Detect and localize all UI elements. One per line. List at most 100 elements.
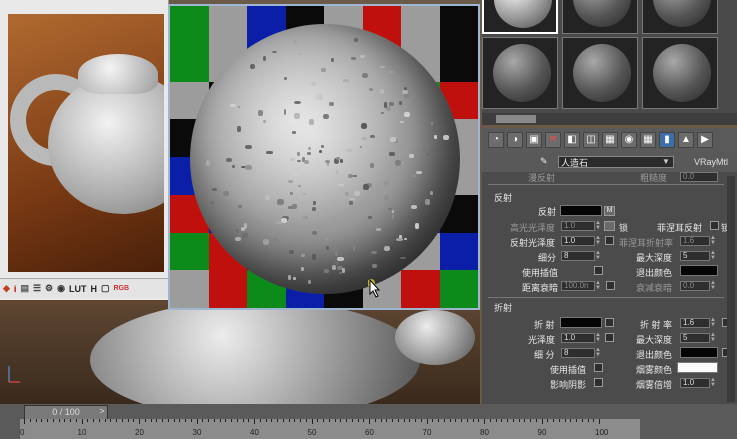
- subdivs-spinner[interactable]: ▲ ▼: [595, 250, 601, 261]
- lock-icon[interactable]: ◉: [57, 283, 65, 294]
- put-to-scene-icon[interactable]: ◑: [507, 132, 523, 148]
- refl-gloss-field[interactable]: 1.0: [561, 236, 595, 246]
- stone-speck: [353, 37, 359, 42]
- slots-scroll-thumb[interactable]: [496, 115, 536, 123]
- dim-distance-checkbox[interactable]: [606, 281, 615, 290]
- stone-speck: [324, 269, 330, 274]
- exit-color-swatch[interactable]: [680, 265, 718, 276]
- reset-material-icon[interactable]: ✕: [545, 132, 561, 148]
- dim-distance-field[interactable]: 100.0n: [561, 281, 595, 291]
- ior-spinner[interactable]: ▲ ▼: [710, 317, 716, 328]
- refract-color-swatch[interactable]: [560, 317, 602, 328]
- refr-exit-color-swatch[interactable]: [680, 347, 718, 358]
- material-slot-1[interactable]: [482, 0, 558, 34]
- stone-speck: [249, 64, 255, 70]
- reflect-color-swatch[interactable]: [560, 205, 602, 216]
- ruler-minor-tick: [179, 419, 181, 422]
- max-depth-field[interactable]: 5: [680, 251, 710, 261]
- roughness-field-partial[interactable]: 0.0: [680, 172, 718, 182]
- refr-gloss-field[interactable]: 1.0: [561, 333, 595, 343]
- refraction-rollout-title[interactable]: 折射: [494, 301, 512, 314]
- refr-subdivs-field[interactable]: 8: [561, 348, 595, 358]
- reflect-map-button[interactable]: M: [604, 206, 615, 216]
- stone-speck: [312, 254, 316, 261]
- perspective-viewport[interactable]: [0, 300, 480, 420]
- fog-mult-field[interactable]: 1.0: [680, 378, 710, 388]
- subdivs-field[interactable]: 8: [561, 251, 595, 261]
- stone-speck: [311, 231, 318, 236]
- refr-use-interp-checkbox[interactable]: [594, 363, 603, 372]
- go-forward-icon[interactable]: ▶: [697, 132, 713, 148]
- refr-max-depth-spinner[interactable]: ▲ ▼: [710, 332, 716, 343]
- material-preview-window[interactable]: [168, 4, 480, 310]
- get-material-icon[interactable]: ◔: [488, 132, 504, 148]
- copy-material-icon[interactable]: ◧: [564, 132, 580, 148]
- hilight-lock-button[interactable]: [604, 221, 615, 231]
- hilight-gloss-spinner[interactable]: ▲ ▼: [595, 220, 601, 231]
- stone-speck: [387, 70, 395, 73]
- material-type-button[interactable]: VRayMtl: [694, 156, 734, 168]
- fresnel-ior-field[interactable]: 1.6: [680, 236, 710, 246]
- material-slot-3[interactable]: [642, 0, 718, 34]
- material-slot-4[interactable]: [482, 37, 558, 109]
- fresnel-checkbox[interactable]: [710, 221, 719, 230]
- unique-icon[interactable]: ◫: [583, 132, 599, 148]
- put-to-library-icon[interactable]: ▦: [602, 132, 618, 148]
- material-slot-5[interactable]: [562, 37, 638, 109]
- material-slot-2[interactable]: [562, 0, 638, 34]
- solo-icon[interactable]: ▢: [101, 283, 110, 294]
- assign-material-icon[interactable]: ▣: [526, 132, 542, 148]
- rgb-button[interactable]: RGB: [113, 285, 129, 292]
- use-interp-checkbox[interactable]: [594, 266, 603, 275]
- material-slot-6[interactable]: [642, 37, 718, 109]
- parameters-scrollbar[interactable]: [727, 176, 735, 402]
- stone-speck: [306, 152, 311, 156]
- eyedropper-icon[interactable]: ✎: [540, 156, 554, 168]
- refr-gloss-map-box[interactable]: [605, 333, 614, 342]
- settings-icon[interactable]: ⚙: [45, 283, 53, 294]
- info-icon[interactable]: i: [14, 284, 17, 294]
- max-depth-spinner[interactable]: ▲ ▼: [710, 250, 716, 261]
- max-depth-label: 最大深度: [636, 253, 673, 263]
- checker-cell: [401, 270, 440, 308]
- fog-mult-spinner[interactable]: ▲ ▼: [710, 377, 716, 388]
- show-end-result-icon[interactable]: ▮: [659, 132, 675, 148]
- next-frame-arrow[interactable]: >: [96, 405, 108, 418]
- material-id-icon[interactable]: ◉: [621, 132, 637, 148]
- h-button[interactable]: H: [90, 284, 97, 294]
- refr-gloss-label: 光泽度: [528, 335, 556, 345]
- show-map-icon[interactable]: ▦: [640, 132, 656, 148]
- dim-distance-spinner[interactable]: ▲ ▼: [595, 280, 601, 291]
- refr-gloss-spinner[interactable]: ▲ ▼: [595, 332, 601, 343]
- stone-speck: [380, 89, 385, 94]
- ruler-tick-label: 20: [135, 428, 144, 437]
- render-frame-window: ◆ i ▤ ☰ ⚙ ◉ LUT H ▢ RGB: [0, 0, 169, 300]
- ior-field[interactable]: 1.6: [680, 318, 710, 328]
- ruler-minor-tick: [489, 419, 491, 422]
- fog-color-swatch[interactable]: [677, 362, 718, 373]
- timeline-ruler[interactable]: 0 10 20 30 40 50 60 70 80 90 100: [20, 419, 640, 439]
- histogram-icon[interactable]: ▤: [20, 283, 29, 294]
- material-name-field[interactable]: 人造石: [558, 156, 674, 168]
- refl-gloss-spinner[interactable]: ▲ ▼: [595, 235, 601, 246]
- dim-falloff-spinner[interactable]: ▲ ▼: [710, 280, 716, 291]
- refr-subdivs-spinner[interactable]: ▲ ▼: [595, 347, 601, 358]
- go-to-parent-icon[interactable]: ▲: [678, 132, 694, 148]
- affect-shadows-checkbox[interactable]: [594, 378, 603, 387]
- ruler-minor-tick: [294, 419, 296, 422]
- refract-map-box[interactable]: [605, 318, 614, 327]
- ruler-minor-tick: [587, 419, 589, 422]
- refl-gloss-map-box[interactable]: [605, 236, 614, 245]
- stone-speck: [335, 156, 341, 160]
- hilight-gloss-field[interactable]: 1.0: [561, 221, 595, 231]
- teapot-render-icon[interactable]: ◆: [3, 283, 10, 294]
- layers-icon[interactable]: ☰: [33, 283, 41, 294]
- stone-speck: [337, 184, 345, 187]
- stone-speck: [288, 275, 291, 280]
- reflection-rollout-title[interactable]: 反射: [494, 191, 512, 204]
- refr-max-depth-field[interactable]: 5: [680, 333, 710, 343]
- chevron-down-icon[interactable]: ▼: [662, 157, 672, 167]
- dim-falloff-field[interactable]: 0.0: [680, 281, 710, 291]
- fresnel-ior-spinner[interactable]: ▲ ▼: [710, 235, 716, 246]
- lut-button[interactable]: LUT: [69, 284, 87, 294]
